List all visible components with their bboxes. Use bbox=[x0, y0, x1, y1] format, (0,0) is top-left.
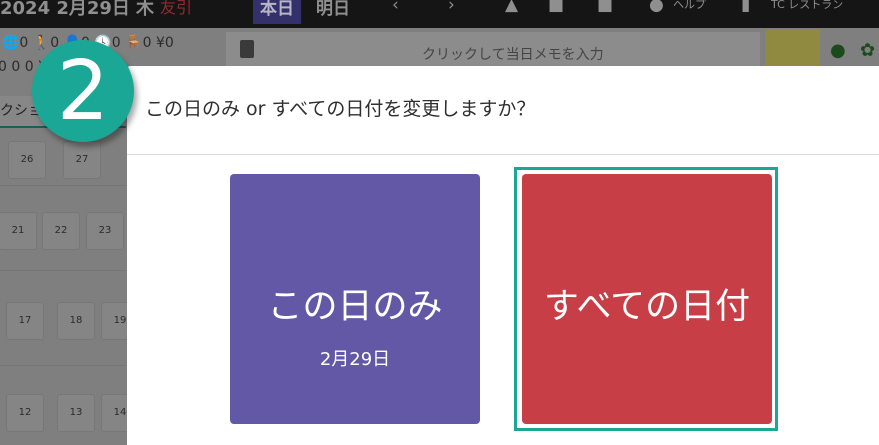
chevron-right-icon[interactable]: › bbox=[448, 0, 455, 15]
memo-icon bbox=[240, 40, 254, 58]
current-date: 2024 2月29日 bbox=[0, 0, 130, 19]
help-label[interactable]: ヘルプ bbox=[673, 0, 706, 12]
row-divider bbox=[0, 185, 126, 186]
help-icon[interactable]: ● bbox=[649, 0, 664, 15]
globe-icon[interactable]: ● bbox=[830, 40, 846, 61]
calendar-day-cell[interactable]: 13 bbox=[57, 394, 95, 432]
row-divider bbox=[0, 270, 126, 271]
weekday: 木 bbox=[136, 0, 154, 19]
all-dates-label: すべての日付 bbox=[543, 287, 751, 327]
this-day-only-label: この日のみ bbox=[267, 287, 443, 327]
bell-icon[interactable]: ▲ bbox=[505, 0, 518, 15]
tc-label[interactable]: TC レストラン bbox=[771, 0, 843, 12]
calendar-day-cell[interactable]: 21 bbox=[0, 212, 37, 250]
step-number-badge: 2 bbox=[32, 40, 134, 142]
calendar-day-cell[interactable]: 23 bbox=[86, 212, 124, 250]
calendar-day-cell[interactable]: 17 bbox=[6, 302, 44, 340]
this-day-date: 2月29日 bbox=[319, 349, 391, 370]
calendar-day-cell[interactable]: 26 bbox=[8, 141, 46, 179]
change-scope-dialog: この日のみ or すべての日付を変更しますか？ この日のみ 2月29日 すべての… bbox=[127, 66, 879, 445]
calendar-day-cell[interactable]: 18 bbox=[57, 302, 95, 340]
dialog-title: この日のみ or すべての日付を変更しますか？ bbox=[145, 98, 536, 120]
this-day-only-button[interactable]: この日のみ 2月29日 bbox=[230, 174, 480, 424]
row-divider bbox=[0, 365, 126, 366]
step-number: 2 bbox=[56, 44, 110, 139]
top-navigation-bar: 2024 2月29日 木 友引 本日 明日 ‹ › ▲ ■ ■ ● ヘルプ ▮ … bbox=[0, 0, 879, 28]
today-button[interactable]: 本日 bbox=[253, 0, 301, 24]
chevron-left-icon[interactable]: ‹ bbox=[392, 0, 399, 15]
settings-icon[interactable]: ✿ bbox=[860, 40, 875, 61]
rokuyo: 友引 bbox=[160, 0, 193, 17]
calendar-day-cell[interactable]: 12 bbox=[6, 394, 44, 432]
dialog-divider bbox=[127, 154, 879, 155]
calendar-day-cell[interactable]: 22 bbox=[42, 212, 80, 250]
calendar-day-cell[interactable]: 27 bbox=[63, 141, 101, 179]
printer-icon[interactable]: ■ bbox=[597, 0, 613, 15]
tomorrow-button[interactable]: 明日 bbox=[316, 0, 350, 19]
presentation-button[interactable] bbox=[765, 29, 820, 69]
mail-icon[interactable]: ■ bbox=[548, 0, 564, 15]
memo-placeholder[interactable]: クリックして当日メモを入力 bbox=[422, 44, 604, 64]
tc-icon[interactable]: ▮ bbox=[741, 0, 750, 15]
all-dates-button[interactable]: すべての日付 bbox=[522, 174, 772, 424]
